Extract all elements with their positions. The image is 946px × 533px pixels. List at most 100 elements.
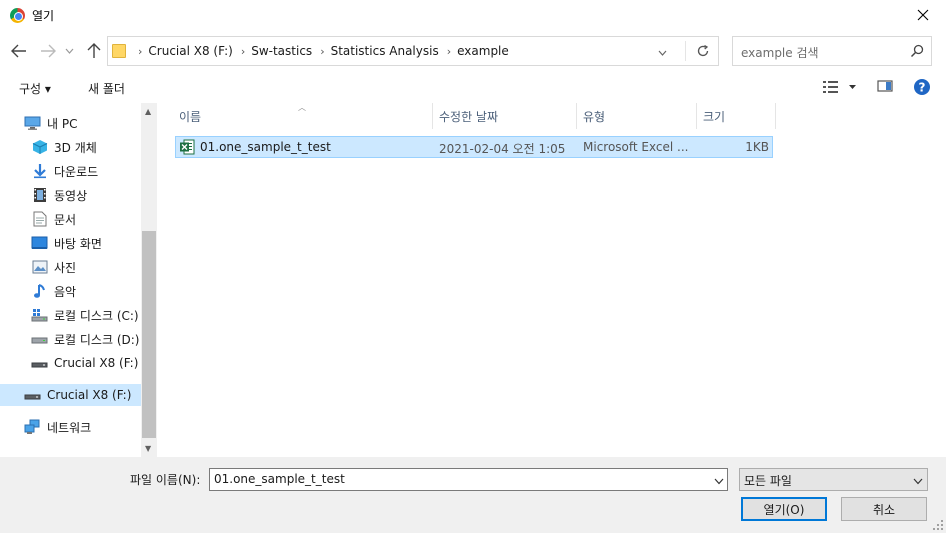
windows-drive-icon bbox=[31, 307, 48, 323]
scrollbar-thumb[interactable] bbox=[142, 231, 156, 438]
nav-item-label: 사진 bbox=[54, 260, 77, 275]
back-button[interactable] bbox=[9, 41, 29, 61]
address-dropdown-button[interactable] bbox=[658, 45, 667, 59]
filename-label: 파일 이름(N): bbox=[130, 473, 201, 487]
search-placeholder: example 검색 bbox=[741, 46, 819, 60]
file-list: ︿ 이름 수정한 날짜 유형 크기 01.one_sample_t_test 2… bbox=[158, 103, 946, 457]
nav-item-pictures[interactable]: 사진 bbox=[31, 256, 76, 278]
nav-item-music[interactable]: 음악 bbox=[31, 280, 76, 302]
nav-item-label: 로컬 디스크 (C:) bbox=[54, 308, 139, 323]
breadcrumb-separator: › bbox=[240, 44, 246, 58]
file-type-select[interactable]: 모든 파일 bbox=[739, 468, 928, 491]
file-row[interactable]: 01.one_sample_t_test 2021-02-04 오전 1:05 … bbox=[175, 136, 773, 158]
refresh-button[interactable] bbox=[693, 42, 713, 60]
column-header-modified[interactable]: 수정한 날짜 bbox=[433, 103, 498, 129]
forward-button[interactable] bbox=[38, 41, 58, 61]
nav-item-label: 3D 개체 bbox=[54, 140, 97, 155]
column-header-size[interactable]: 크기 bbox=[697, 103, 725, 129]
address-bar[interactable]: › Crucial X8 (F:) › Sw-tastics › Statist… bbox=[107, 36, 719, 66]
resize-grip-icon[interactable] bbox=[932, 519, 944, 531]
divider bbox=[685, 41, 686, 61]
breadcrumb-item[interactable]: Crucial X8 (F:) bbox=[148, 44, 232, 58]
cancel-button[interactable]: 취소 bbox=[841, 497, 927, 521]
nav-item-label: 네트워크 bbox=[47, 420, 92, 435]
folder-icon bbox=[112, 44, 126, 58]
desktop-icon bbox=[31, 235, 48, 251]
nav-item-crucial-x8-root[interactable]: Crucial X8 (F:) bbox=[0, 384, 141, 406]
nav-item-downloads[interactable]: 다운로드 bbox=[31, 160, 98, 182]
window-title: 열기 bbox=[32, 9, 55, 23]
excel-file-icon bbox=[180, 139, 195, 155]
3d-objects-icon bbox=[31, 139, 48, 155]
arrow-up-icon bbox=[87, 43, 101, 58]
nav-item-label: 음악 bbox=[54, 284, 77, 299]
filename-value: 01.one_sample_t_test bbox=[214, 472, 345, 486]
breadcrumb-separator: › bbox=[320, 44, 325, 58]
open-button[interactable]: 열기(O) bbox=[741, 497, 827, 521]
breadcrumb-item[interactable]: example bbox=[457, 44, 509, 58]
nav-item-network[interactable]: 네트워크 bbox=[24, 416, 91, 438]
scroll-up-icon[interactable]: ▲ bbox=[145, 107, 151, 116]
nav-item-crucial-x8[interactable]: Crucial X8 (F:) bbox=[31, 352, 138, 374]
chevron-down-icon bbox=[65, 48, 73, 54]
nav-item-local-disk-d[interactable]: 로컬 디스크 (D:) bbox=[31, 328, 139, 350]
download-icon bbox=[31, 163, 48, 179]
close-icon bbox=[917, 9, 929, 21]
video-icon bbox=[31, 187, 48, 203]
column-label: 수정한 날짜 bbox=[439, 109, 499, 124]
view-list-icon bbox=[823, 81, 856, 93]
file-type-value: 모든 파일 bbox=[744, 474, 792, 488]
title-bar: 열기 bbox=[0, 0, 946, 30]
file-modified: 2021-02-04 오전 1:05 bbox=[439, 142, 566, 156]
navigation-pane: 내 PC 3D 개체 다운로드 동영상 문서 바탕 화면 사진 음악 로컬 디스… bbox=[0, 103, 157, 457]
breadcrumb-item[interactable]: Sw-tastics bbox=[251, 44, 312, 58]
search-input[interactable]: example 검색 bbox=[732, 36, 932, 66]
preview-pane-button[interactable] bbox=[877, 79, 893, 96]
column-header-type[interactable]: 유형 bbox=[577, 103, 605, 129]
navigation-bar: › Crucial X8 (F:) › Sw-tastics › Statist… bbox=[0, 33, 946, 69]
column-header-name[interactable]: 이름 bbox=[173, 103, 201, 129]
usb-drive-icon bbox=[24, 387, 41, 403]
view-options-button[interactable] bbox=[822, 79, 858, 98]
up-button[interactable] bbox=[84, 41, 104, 61]
help-button[interactable]: ? bbox=[913, 78, 931, 99]
filename-input[interactable]: 01.one_sample_t_test bbox=[209, 468, 728, 491]
navpane-scrollbar[interactable]: ▲ ▼ bbox=[141, 103, 157, 457]
column-label: 이름 bbox=[179, 109, 202, 124]
close-button[interactable] bbox=[900, 0, 946, 30]
chevron-down-icon bbox=[714, 478, 724, 485]
drive-icon bbox=[31, 331, 48, 347]
nav-item-label: 다운로드 bbox=[54, 164, 99, 179]
breadcrumb: › Crucial X8 (F:) › Sw-tastics › Statist… bbox=[130, 37, 509, 65]
svg-text:?: ? bbox=[919, 81, 926, 95]
recent-locations-button[interactable] bbox=[62, 41, 76, 61]
usb-drive-icon bbox=[31, 355, 48, 371]
nav-item-videos[interactable]: 동영상 bbox=[31, 184, 87, 206]
chrome-icon bbox=[10, 8, 25, 23]
nav-item-label: 바탕 화면 bbox=[54, 236, 102, 251]
help-icon: ? bbox=[914, 79, 930, 95]
open-file-dialog: 열기 › Crucial X8 (F:) › Sw-tastics › Stat… bbox=[0, 0, 946, 533]
organize-button[interactable]: 구성 ▾ bbox=[19, 80, 51, 97]
refresh-icon bbox=[697, 44, 709, 57]
document-icon bbox=[31, 211, 48, 227]
nav-item-local-disk-c[interactable]: 로컬 디스크 (C:) bbox=[31, 304, 139, 326]
arrow-left-icon bbox=[11, 44, 26, 58]
nav-item-desktop[interactable]: 바탕 화면 bbox=[31, 232, 102, 254]
preview-pane-icon bbox=[877, 80, 893, 92]
column-label: 크기 bbox=[703, 109, 726, 124]
network-icon bbox=[24, 419, 41, 435]
breadcrumb-item[interactable]: Statistics Analysis bbox=[331, 44, 439, 58]
nav-item-3d-objects[interactable]: 3D 개체 bbox=[31, 136, 97, 158]
nav-item-documents[interactable]: 문서 bbox=[31, 208, 76, 230]
file-name: 01.one_sample_t_test bbox=[200, 140, 331, 154]
nav-item-label: 로컬 디스크 (D:) bbox=[54, 332, 140, 347]
filename-history-dropdown[interactable] bbox=[714, 474, 724, 488]
column-divider[interactable] bbox=[775, 103, 776, 129]
new-folder-button[interactable]: 새 폴더 bbox=[88, 80, 125, 97]
nav-item-this-pc[interactable]: 내 PC bbox=[24, 112, 77, 134]
search-icon[interactable] bbox=[910, 44, 924, 61]
command-toolbar: 구성 ▾ 새 폴더 ? bbox=[0, 74, 946, 102]
column-label: 유형 bbox=[583, 109, 606, 124]
scroll-down-icon[interactable]: ▼ bbox=[145, 444, 151, 453]
